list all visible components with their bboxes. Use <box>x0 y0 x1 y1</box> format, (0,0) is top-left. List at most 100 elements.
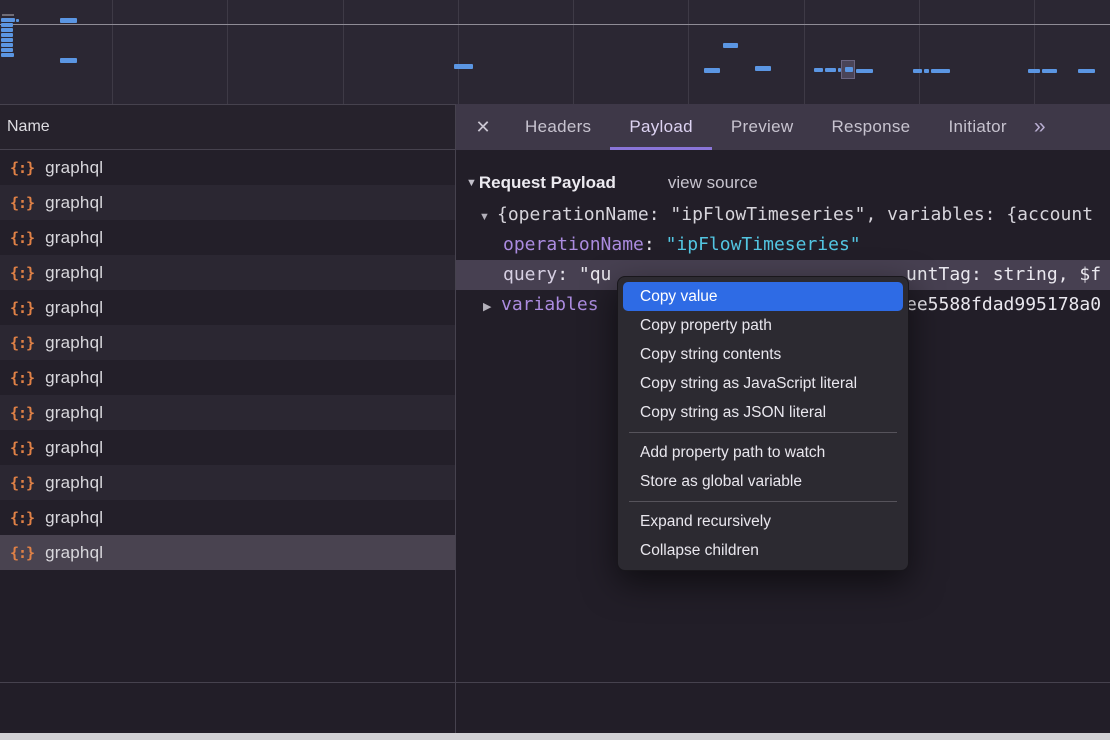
json-braces-icon: {:} <box>10 229 34 247</box>
json-braces-icon: {:} <box>10 474 34 492</box>
waterfall-bar <box>924 69 929 73</box>
waterfall-bar <box>60 58 77 63</box>
request-row[interactable]: {:} graphql <box>0 325 455 360</box>
overview-gridline <box>227 0 228 104</box>
devtools-network-panel: Name {:}graphql{:}graphql{:}graphql{:}gr… <box>0 0 1110 740</box>
column-header-name[interactable]: Name <box>0 104 455 150</box>
request-row[interactable]: {:} graphql <box>0 220 455 255</box>
overview-gridline <box>919 0 920 104</box>
waterfall-bar <box>1 48 13 52</box>
menu-item-store-as-global-variable[interactable]: Store as global variable <box>623 467 903 496</box>
waterfall-bar <box>723 43 738 48</box>
json-braces-icon: {:} <box>10 264 34 282</box>
request-row[interactable]: {:} graphql <box>0 430 455 465</box>
json-braces-icon: {:} <box>10 544 34 562</box>
json-braces-icon: {:} <box>10 194 34 212</box>
request-row[interactable]: {:} graphql <box>0 395 455 430</box>
request-name: graphql <box>45 508 103 528</box>
json-braces-icon: {:} <box>10 509 34 527</box>
json-key: query <box>503 264 557 285</box>
request-name: graphql <box>45 158 103 178</box>
waterfall-bar <box>1 28 13 32</box>
tab-headers[interactable]: Headers <box>506 104 610 150</box>
waterfall-bar <box>838 68 841 72</box>
waterfall-bar <box>1 18 15 22</box>
window-bottom-edge <box>0 733 1110 740</box>
request-name: graphql <box>45 193 103 213</box>
waterfall-bar <box>845 67 853 72</box>
expander-open-icon[interactable]: ▼ <box>466 177 477 189</box>
request-row[interactable]: {:}graphql <box>0 360 455 395</box>
request-row[interactable]: {:}graphql <box>0 255 455 290</box>
request-name: graphql <box>45 333 103 353</box>
overflow-tabs-icon[interactable]: » <box>1034 115 1046 139</box>
json-query-overflow-text: untTag: string, $f <box>906 260 1101 290</box>
request-name: graphql <box>45 403 103 423</box>
menu-item-collapse-children[interactable]: Collapse children <box>623 536 903 565</box>
json-root-preview: {operationName: "ipFlowTimeseries", vari… <box>497 204 1093 225</box>
menu-item-copy-property-path[interactable]: Copy property path <box>623 311 903 340</box>
menu-item-copy-value[interactable]: Copy value <box>623 282 903 311</box>
json-key: operationName <box>503 234 644 255</box>
menu-item-expand-recursively[interactable]: Expand recursively <box>623 507 903 536</box>
json-braces-icon: {:} <box>10 404 34 422</box>
menu-item-copy-string-as-javascript-literal[interactable]: Copy string as JavaScript literal <box>623 369 903 398</box>
close-icon[interactable]: ✕ <box>468 117 498 138</box>
request-name: graphql <box>45 473 103 493</box>
overview-gridline <box>343 0 344 104</box>
tab-initiator[interactable]: Initiator <box>929 104 1025 150</box>
menu-item-add-property-path-to-watch[interactable]: Add property path to watch <box>623 438 903 467</box>
footer-divider <box>0 682 1110 683</box>
request-name: graphql <box>45 438 103 458</box>
waterfall-bar <box>825 68 836 72</box>
request-name: graphql <box>45 298 103 318</box>
details-tabbar: ✕ HeadersPayloadPreviewResponseInitiator… <box>456 104 1110 150</box>
waterfall-bar <box>60 18 77 23</box>
json-braces-icon: {:} <box>10 439 34 457</box>
expander-open-icon[interactable]: ▼ <box>479 202 497 230</box>
waterfall-bar <box>913 69 922 73</box>
json-colon: : <box>557 264 579 285</box>
expander-closed-icon[interactable]: ▶ <box>483 292 501 320</box>
waterfall-bar <box>755 66 771 71</box>
pane-divider[interactable] <box>455 104 456 733</box>
network-overview-timeline[interactable] <box>0 0 1110 104</box>
context-menu: Copy valueCopy property pathCopy string … <box>617 276 909 571</box>
waterfall-bar <box>1078 69 1095 73</box>
waterfall-bar <box>814 68 823 72</box>
overview-gridline <box>1034 0 1035 104</box>
request-row[interactable]: {:} graphql <box>0 185 455 220</box>
request-row[interactable]: {:}graphql <box>0 150 455 185</box>
waterfall-bar <box>931 69 950 73</box>
json-key: variables <box>501 294 599 315</box>
menu-item-copy-string-as-json-literal[interactable]: Copy string as JSON literal <box>623 398 903 427</box>
view-source-link[interactable]: view source <box>668 173 758 193</box>
overview-gray-marker <box>2 14 14 16</box>
waterfall-bar <box>1042 69 1057 73</box>
request-name: graphql <box>45 228 103 248</box>
tab-preview[interactable]: Preview <box>712 104 813 150</box>
waterfall-bar <box>1 43 13 47</box>
waterfall-bar <box>16 19 19 22</box>
request-row[interactable]: {:}graphql <box>0 290 455 325</box>
request-list: {:} graphql {:} graphql {:} graphql {:} graphql… <box>0 150 455 570</box>
waterfall-bar <box>1028 69 1040 73</box>
json-operation-line[interactable]: operationName: "ipFlowTimeseries" <box>456 230 1110 260</box>
request-row[interactable]: {:} graphql <box>0 465 455 500</box>
menu-item-copy-string-contents[interactable]: Copy string contents <box>623 340 903 369</box>
request-row[interactable]: {:} graphql <box>0 500 455 535</box>
request-row[interactable]: {:}graphql <box>0 535 455 570</box>
json-braces-icon: {:} <box>10 334 34 352</box>
waterfall-bar <box>1 53 14 57</box>
request-payload-section-header: ▼ Request Payload view source <box>456 150 1110 200</box>
tab-response[interactable]: Response <box>812 104 929 150</box>
waterfall-bar <box>1 38 13 42</box>
json-root-line[interactable]: ▼{operationName: "ipFlowTimeseries", var… <box>456 200 1110 230</box>
tab-payload[interactable]: Payload <box>610 104 712 150</box>
request-name: graphql <box>45 368 103 388</box>
json-colon: : <box>644 234 666 255</box>
section-title: Request Payload <box>479 173 616 193</box>
overview-gridline <box>804 0 805 104</box>
column-header-label: Name <box>7 118 50 136</box>
waterfall-bar <box>704 68 720 73</box>
